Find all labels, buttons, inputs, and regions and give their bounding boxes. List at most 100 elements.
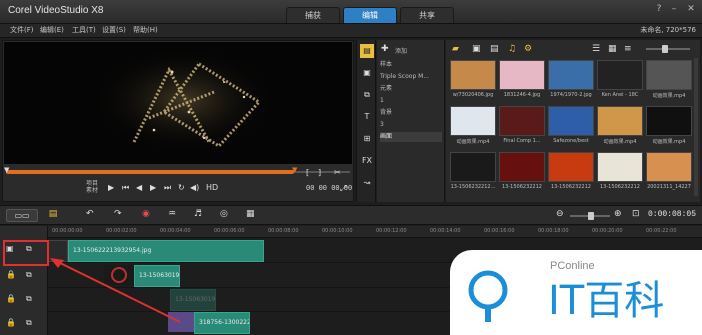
sort-icon[interactable]: ⚙ [524,44,532,54]
ruler-tick-label: 00:00:08:00 [268,228,299,234]
media-icon[interactable]: ▤ [360,44,374,58]
zoom-out-icon[interactable]: ⊖ [556,209,564,219]
library-thumbnail[interactable] [450,106,496,136]
library-thumbnail[interactable] [450,60,496,90]
options-icon[interactable]: ≡ [624,44,632,54]
thumb-size-slider[interactable] [646,48,690,50]
lock-icon[interactable]: 🔒 [6,270,16,279]
library-thumbnail[interactable] [597,60,643,90]
thumb-size-slider-handle[interactable] [662,45,668,53]
library-thumbnail-label: 13-1506232212 [551,184,591,190]
add-folder-icon[interactable]: ✚ [381,44,389,54]
motion-tracking-icon[interactable]: ◎ [220,209,228,219]
close-icon[interactable]: ✕ [684,3,698,15]
folder-item[interactable]: 1 [380,96,442,106]
library-thumbnail[interactable] [548,152,594,182]
auto-music-icon[interactable]: ♬ [194,209,202,219]
enlarge-icon[interactable]: ⤢ [340,184,346,194]
library-thumbnail[interactable] [646,106,692,136]
volume-icon[interactable]: ◀) [190,183,199,192]
sound-mixer-icon[interactable]: ♒ [168,209,176,219]
redo-icon[interactable]: ↷ [114,209,122,219]
scrub-start-marker[interactable]: ▼ [4,166,9,174]
ruler-tick-label: 00:00:12:00 [376,228,407,234]
menu-help[interactable]: 帮助(H) [133,25,158,35]
overlay-track-icon[interactable]: ⧉ [26,318,32,328]
library-thumbnail[interactable] [499,152,545,182]
zoom-slider-handle[interactable] [588,212,594,220]
storyboard-view-icon[interactable]: ▭▭ [6,209,38,222]
library-thumbnail[interactable] [597,106,643,136]
fit-project-icon[interactable]: ⊡ [632,209,640,219]
folder-icon[interactable]: ▰ [452,44,459,54]
ruler-tick-label: 00:00:02:00 [106,228,137,234]
project-info: 未命名, 720*576 [640,26,696,34]
annotation-arrow [50,258,181,323]
show-photo-icon[interactable]: ▤ [490,44,499,54]
show-audio-icon[interactable]: ♫ [508,44,516,54]
record-capture-icon[interactable]: ◉ [142,209,150,219]
folder-item[interactable]: 3 [380,120,442,130]
tab-edit[interactable]: 编辑 [343,7,397,23]
library-scrollbar[interactable] [694,58,698,196]
add-folder-label[interactable]: 添加 [395,46,407,55]
help-icon[interactable]: ? [652,3,666,15]
library-thumbnail-label: 动画效果.mp4 [652,139,686,145]
library-thumbnail[interactable] [646,60,692,90]
grid-view-icon[interactable]: ▦ [608,44,617,54]
library-thumbnail[interactable] [450,152,496,182]
repeat-icon[interactable]: ↻ [178,183,185,192]
list-view-icon[interactable]: ☰ [592,44,600,54]
folder-item[interactable]: Triple Scoop M... [380,72,442,82]
folder-item[interactable]: 样本 [380,60,442,70]
menu-settings[interactable]: 设置(S) [102,25,126,35]
end-icon[interactable]: ⏭ [164,183,171,193]
filter-icon[interactable]: FX [360,154,374,168]
library-thumbnail-label: Safezone/best [553,138,589,144]
tab-capture[interactable]: 捕获 [286,7,340,23]
subtitle-editor-icon[interactable]: ▦ [246,209,255,219]
show-video-icon[interactable]: ▣ [472,44,481,54]
lock-icon[interactable]: 🔒 [6,318,16,327]
library-thumbnail[interactable] [548,106,594,136]
play-icon[interactable]: ▶ [108,183,114,192]
path-icon[interactable]: ↝ [360,176,374,190]
scrubber-track[interactable] [294,171,350,173]
graphics-icon[interactable]: ⊞ [360,132,374,146]
lock-icon[interactable]: 🔒 [6,294,16,303]
prev-frame-icon[interactable]: ◀ [136,183,142,192]
mark-out-icon[interactable]: ] [318,168,321,177]
menu-tools[interactable]: 工具(T) [72,25,96,35]
library-thumbnail[interactable] [499,106,545,136]
mark-in-icon[interactable]: [ [306,168,309,177]
title-icon[interactable]: T [360,110,374,124]
minimize-icon[interactable]: – [667,3,681,15]
cut-icon[interactable]: ✂ [334,168,341,177]
undo-icon[interactable]: ↶ [86,209,94,219]
overlay-track-icon[interactable]: ⧉ [26,270,32,280]
playback-scrubber[interactable] [6,170,294,174]
library-thumbnail[interactable] [597,152,643,182]
timeline-view-icon[interactable]: ▤ [44,209,62,222]
zoom-in-icon[interactable]: ⊕ [614,209,622,219]
folder-item-selected[interactable]: 画面 [380,132,442,142]
instant-project-icon[interactable]: ▣ [360,66,374,80]
library-thumbnail[interactable] [499,60,545,90]
folder-item[interactable]: 元素 [380,84,442,94]
preview-window[interactable] [4,42,352,164]
menu-edit[interactable]: 编辑(E) [40,25,64,35]
timeline-timecode[interactable]: 0:00:08:05 [648,210,696,219]
home-icon[interactable]: ⏮ [122,183,129,193]
menu-file[interactable]: 文件(F) [10,25,34,35]
next-frame-icon[interactable]: ▶ [150,183,156,192]
timeline-ruler[interactable]: 00:00:00:00 00:00:02:00 00:00:04:00 00:00:0… [48,226,702,238]
scrub-end-marker[interactable]: ▼ [292,166,297,174]
library-thumbnail[interactable] [548,60,594,90]
timeline-clip[interactable]: 318756-1300222 [194,312,250,334]
hd-toggle[interactable]: HD [206,183,218,192]
tab-share[interactable]: 共享 [400,7,454,23]
library-thumbnail[interactable] [646,152,692,182]
folder-item[interactable]: 背景 [380,108,442,118]
transition-icon[interactable]: ⧉ [360,88,374,102]
overlay-track-icon[interactable]: ⧉ [26,294,32,304]
